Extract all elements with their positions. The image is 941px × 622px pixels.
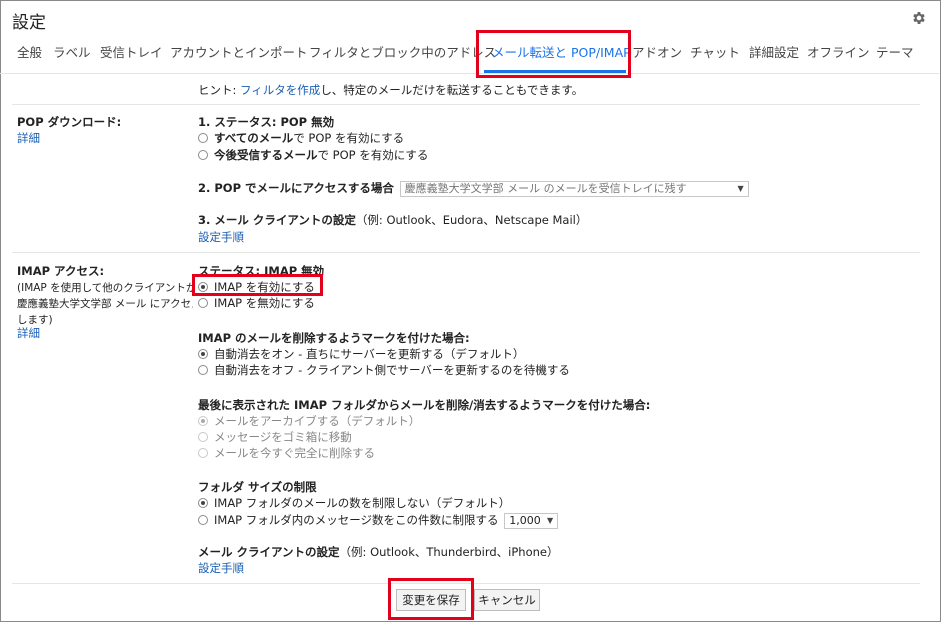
imap-delete-option-2[interactable]: 自動消去をオフ - クライアント側でサーバーを更新するのを待機する: [198, 362, 570, 378]
tab-offline[interactable]: オフライン: [807, 44, 870, 62]
imap-folder-option-2[interactable]: IMAP フォルダ内のメッセージ数をこの件数に制限する 1,000 ▼: [198, 512, 559, 529]
radio-button-selected[interactable]: [198, 349, 208, 359]
filter-hint: ヒント: フィルタを作成し、特定のメールだけを転送することもできます。: [198, 83, 584, 97]
highlight-box-save: [388, 578, 474, 620]
tab-addons[interactable]: アドオン: [632, 44, 682, 62]
pop-access-select[interactable]: 慶應義塾大学文学部 メール のメールを受信トレイに残す ▼: [399, 180, 749, 197]
divider: [12, 252, 920, 253]
tab-accounts-import[interactable]: アカウントとインポート: [170, 44, 308, 62]
page-title: 設定: [12, 13, 46, 33]
radio-button-selected[interactable]: [198, 416, 208, 426]
imap-delete-heading: IMAP のメールを削除するようマークを付けた場合:: [198, 331, 470, 345]
pop-access-row: 2. POP でメールにアクセスする場合 慶應義塾大学文学部 メール のメールを…: [198, 180, 749, 197]
folder-limit-select[interactable]: 1,000 ▼: [504, 512, 559, 529]
tab-general[interactable]: 全般: [17, 44, 42, 62]
radio-button-selected[interactable]: [198, 498, 208, 508]
dropdown-arrow-icon: ▼: [737, 183, 744, 193]
pop-option-future[interactable]: 今後受信するメールで POP を有効にする: [198, 147, 428, 163]
imap-delete-option-1[interactable]: 自動消去をオン - 直ちにサーバーを更新する（デフォルト）: [198, 346, 524, 362]
pop-details-link[interactable]: 詳細: [17, 130, 40, 146]
imap-expunge-option-1[interactable]: メールをアーカイブする（デフォルト）: [198, 413, 420, 429]
settings-tabs: 全般 ラベル 受信トレイ アカウントとインポート フィルタとブロック中のアドレス…: [0, 44, 939, 74]
tab-filters-blocked[interactable]: フィルタとブロック中のアドレス: [309, 44, 496, 62]
pop-client-row: 3. メール クライアントの設定（例: Outlook、Eudora、Netsc…: [198, 213, 588, 227]
imap-option-disable[interactable]: IMAP を無効にする: [198, 295, 315, 311]
pop-setup-link[interactable]: 設定手順: [198, 229, 244, 245]
create-filter-link[interactable]: フィルタを作成: [240, 83, 320, 97]
tab-labels[interactable]: ラベル: [53, 44, 91, 62]
radio-button[interactable]: [198, 298, 208, 308]
tab-themes[interactable]: テーマ: [876, 44, 914, 62]
tab-advanced[interactable]: 詳細設定: [749, 44, 799, 62]
radio-button[interactable]: [198, 515, 208, 525]
pop-section-label: POP ダウンロード:: [17, 115, 122, 129]
imap-details-link[interactable]: 詳細: [17, 325, 40, 341]
tab-inbox[interactable]: 受信トレイ: [100, 44, 163, 62]
radio-button[interactable]: [198, 133, 208, 143]
tab-chat[interactable]: チャット: [690, 44, 740, 62]
pop-status-heading: 1. ステータス: POP 無効: [198, 115, 335, 129]
imap-folder-option-1[interactable]: IMAP フォルダのメールの数を制限しない（デフォルト）: [198, 495, 510, 511]
imap-section-label: IMAP アクセス:: [17, 264, 105, 278]
imap-client-row: メール クライアントの設定（例: Outlook、Thunderbird、iPh…: [198, 545, 559, 559]
radio-button[interactable]: [198, 150, 208, 160]
highlight-box-tab: [476, 30, 631, 78]
imap-expunge-option-3[interactable]: メールを今すぐ完全に削除する: [198, 445, 375, 461]
radio-button[interactable]: [198, 432, 208, 442]
dropdown-arrow-icon: ▼: [547, 515, 554, 525]
imap-description: (IMAP を使用して他のクライアントから 慶應義塾大学文学部 メール にアクセ…: [17, 282, 193, 326]
divider: [12, 104, 920, 105]
gear-icon[interactable]: [911, 10, 927, 26]
highlight-box-imap-enable: [192, 274, 323, 296]
cancel-button[interactable]: キャンセル: [474, 589, 540, 611]
radio-button[interactable]: [198, 365, 208, 375]
pop-option-all[interactable]: すべてのメールで POP を有効にする: [198, 130, 404, 146]
radio-button[interactable]: [198, 448, 208, 458]
imap-expunge-option-2[interactable]: メッセージをゴミ箱に移動: [198, 429, 352, 445]
imap-expunge-heading: 最後に表示された IMAP フォルダからメールを削除/消去するようマークを付けた…: [198, 398, 651, 412]
imap-folder-heading: フォルダ サイズの制限: [198, 480, 317, 494]
imap-setup-link[interactable]: 設定手順: [198, 560, 244, 576]
